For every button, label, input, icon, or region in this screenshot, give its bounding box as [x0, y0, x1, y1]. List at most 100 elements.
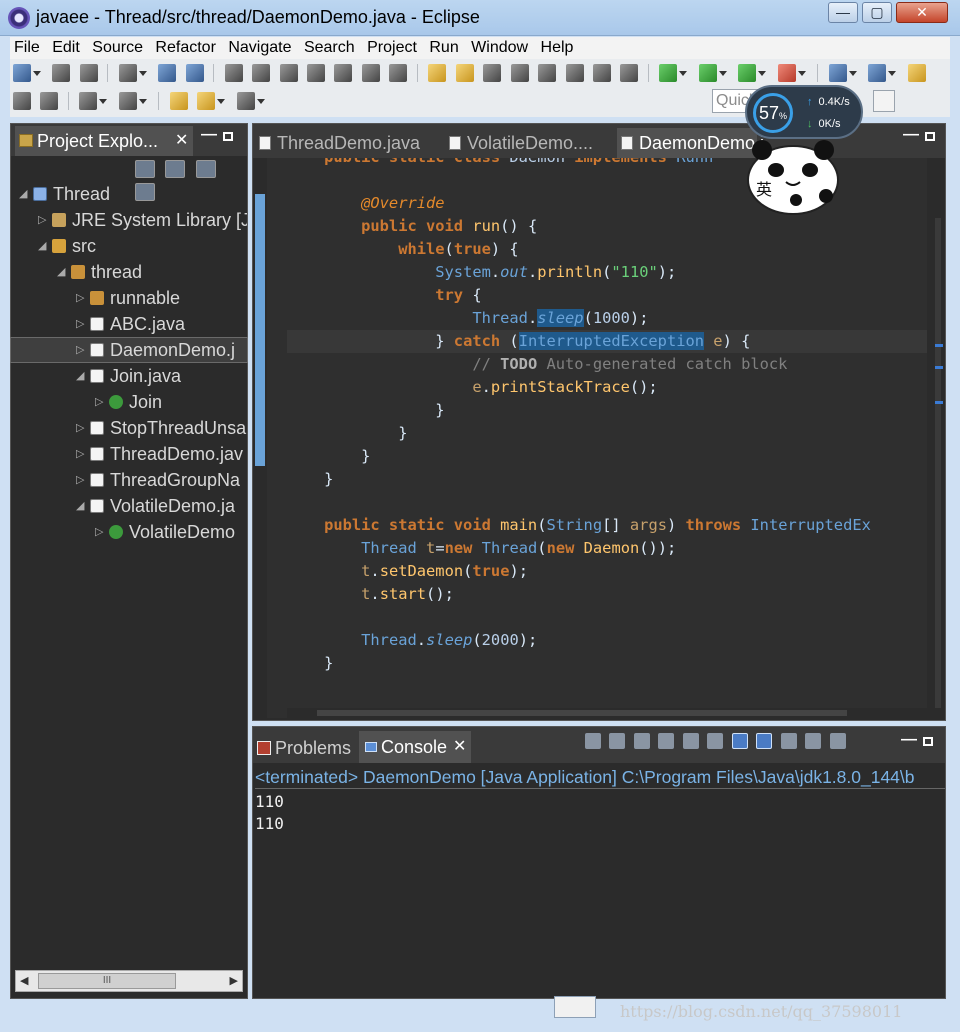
resume-icon[interactable] — [224, 64, 243, 82]
minimize-console-icon[interactable]: — — [901, 731, 917, 749]
back-arrow-icon[interactable] — [197, 92, 216, 110]
display-icon[interactable] — [538, 64, 557, 82]
maximize-editor-icon[interactable] — [925, 132, 935, 141]
skip-breakpoints-icon[interactable] — [185, 64, 204, 82]
new-java-project-icon[interactable] — [828, 64, 847, 82]
next-annotation-dropdown-icon[interactable] — [99, 99, 108, 104]
collapsed-twisty-icon[interactable]: ▷ — [76, 416, 86, 440]
tree-item[interactable]: ▷ StopThreadUnsa — [11, 416, 247, 440]
collapse-all-icon[interactable] — [135, 160, 155, 178]
expanded-twisty-icon[interactable]: ◢ — [57, 260, 67, 284]
minimize-editor-icon[interactable]: — — [903, 126, 919, 144]
code-editor[interactable]: public static class Daemon implements Ru… — [287, 158, 927, 718]
editor-vertical-scrollbar[interactable] — [933, 158, 945, 718]
tree-item[interactable]: ◢ src — [11, 234, 247, 258]
run-dropdown-icon[interactable] — [718, 71, 727, 76]
panda-input-method-icon[interactable]: 英 — [746, 140, 840, 216]
toggle-mark-occurrences-icon[interactable] — [13, 92, 31, 110]
terminal-icon[interactable] — [158, 64, 177, 82]
collapsed-twisty-icon[interactable]: ▷ — [76, 286, 86, 310]
expanded-twisty-icon[interactable]: ◢ — [19, 182, 29, 206]
occurrence-marker[interactable] — [935, 344, 943, 347]
open-console-icon[interactable] — [829, 733, 846, 749]
new-icon[interactable] — [13, 64, 31, 82]
tree-item[interactable]: ▷ ThreadDemo.jav — [11, 442, 247, 466]
horizontal-scrollbar[interactable]: ◀ III ▶ — [15, 970, 243, 992]
debug-dropdown-icon[interactable] — [679, 71, 688, 76]
tree-item[interactable]: ▷ ABC.java — [11, 312, 247, 336]
tree-item[interactable]: ▷ runnable — [11, 286, 247, 310]
collapsed-twisty-icon[interactable]: ▷ — [95, 520, 105, 544]
network-speed-widget[interactable]: 57% ↑ 0.4K/s ↓ 0K/s — [745, 85, 863, 139]
pin-console-icon[interactable] — [780, 733, 797, 749]
tree-item[interactable]: ▷ ThreadGroupNa — [11, 468, 247, 492]
maximize-view-icon[interactable] — [223, 132, 233, 141]
forward-arrow-icon[interactable] — [236, 92, 255, 110]
word-wrap-icon[interactable] — [707, 733, 724, 749]
disconnect-icon[interactable] — [306, 64, 325, 82]
tab-volatiledemo[interactable]: VolatileDemo.... — [445, 128, 593, 158]
view-menu-icon[interactable] — [195, 160, 216, 178]
forward-dropdown-icon[interactable] — [256, 99, 265, 104]
new-java-class-dropdown-icon[interactable] — [888, 71, 897, 76]
scroll-track[interactable] — [317, 710, 847, 716]
link-with-editor-icon[interactable] — [165, 160, 186, 178]
scroll-right-icon[interactable]: ▶ — [230, 974, 238, 987]
collapsed-twisty-icon[interactable]: ▷ — [38, 208, 48, 232]
profile-dropdown-icon[interactable] — [138, 71, 147, 76]
collapsed-twisty-icon[interactable]: ▷ — [76, 312, 86, 336]
menu-source[interactable]: Source — [88, 37, 147, 59]
java-perspective-icon[interactable] — [873, 90, 895, 112]
external-tools-dropdown-icon[interactable] — [797, 71, 806, 76]
next-annotation-icon[interactable] — [79, 92, 98, 110]
menu-project[interactable]: Project — [363, 37, 421, 59]
collapsed-twisty-icon[interactable]: ▷ — [76, 442, 86, 466]
tab-console[interactable]: Console ✕ — [359, 731, 471, 763]
collapsed-twisty-icon[interactable]: ▷ — [95, 390, 105, 414]
minimize-button[interactable]: — — [828, 2, 858, 23]
suspend-icon[interactable] — [252, 64, 271, 82]
step-return-icon[interactable] — [389, 64, 408, 82]
collapsed-twisty-icon[interactable]: ▷ — [76, 338, 86, 362]
scroll-thumb[interactable]: III — [38, 973, 176, 989]
inspect-icon[interactable] — [483, 64, 502, 82]
new-dropdown-icon[interactable] — [33, 71, 41, 76]
maximize-button[interactable]: ▢ — [862, 2, 892, 23]
show-on-stdout-icon[interactable] — [731, 733, 748, 749]
terminate-icon[interactable] — [279, 64, 298, 82]
close-tab-icon[interactable]: ✕ — [453, 731, 466, 763]
expanded-twisty-icon[interactable]: ◢ — [76, 364, 86, 388]
save-all-icon[interactable] — [79, 64, 98, 82]
minimize-view-icon[interactable]: — — [201, 126, 217, 144]
menu-window[interactable]: Window — [467, 37, 532, 59]
terminate-icon[interactable] — [585, 733, 601, 749]
menu-help[interactable]: Help — [537, 37, 578, 59]
tab-threaddemo[interactable]: ThreadDemo.java — [255, 128, 420, 158]
scroll-lock-icon[interactable] — [682, 733, 699, 749]
close-tab-icon[interactable]: ✕ — [175, 126, 188, 156]
toggle-block-selection-icon[interactable] — [40, 92, 59, 110]
previous-annotation-dropdown-icon[interactable] — [138, 99, 147, 104]
editor-horizontal-scrollbar[interactable] — [287, 708, 927, 718]
tree-item[interactable]: ◢ Join.java — [11, 364, 247, 388]
debug-icon[interactable] — [659, 64, 678, 82]
tree-item[interactable]: ◢ thread — [11, 260, 247, 284]
back-dropdown-icon[interactable] — [217, 99, 226, 104]
menu-file[interactable]: File — [10, 37, 44, 59]
previous-annotation-icon[interactable] — [118, 92, 137, 110]
remove-all-terminated-icon[interactable] — [633, 733, 650, 749]
run-icon[interactable] — [698, 64, 717, 82]
tree-item[interactable]: ▷ JRE System Library [J — [11, 208, 247, 232]
scroll-track[interactable] — [935, 218, 941, 708]
tree-item[interactable]: ◢ VolatileDemo.ja — [11, 494, 247, 518]
instruction-step-icon[interactable] — [592, 64, 611, 82]
remove-launch-icon[interactable] — [609, 733, 626, 749]
tree-item[interactable]: ◢ Thread — [11, 182, 247, 206]
menu-run[interactable]: Run — [425, 37, 462, 59]
last-edit-location-icon[interactable] — [169, 92, 188, 110]
scroll-left-icon[interactable]: ◀ — [20, 974, 28, 987]
maximize-console-icon[interactable] — [923, 737, 933, 746]
tree-item[interactable]: ▷ VolatileDemo — [11, 520, 247, 544]
status-progress-icon[interactable] — [554, 996, 596, 1018]
tab-project-explorer[interactable]: Project Explo... ✕ — [15, 126, 193, 156]
